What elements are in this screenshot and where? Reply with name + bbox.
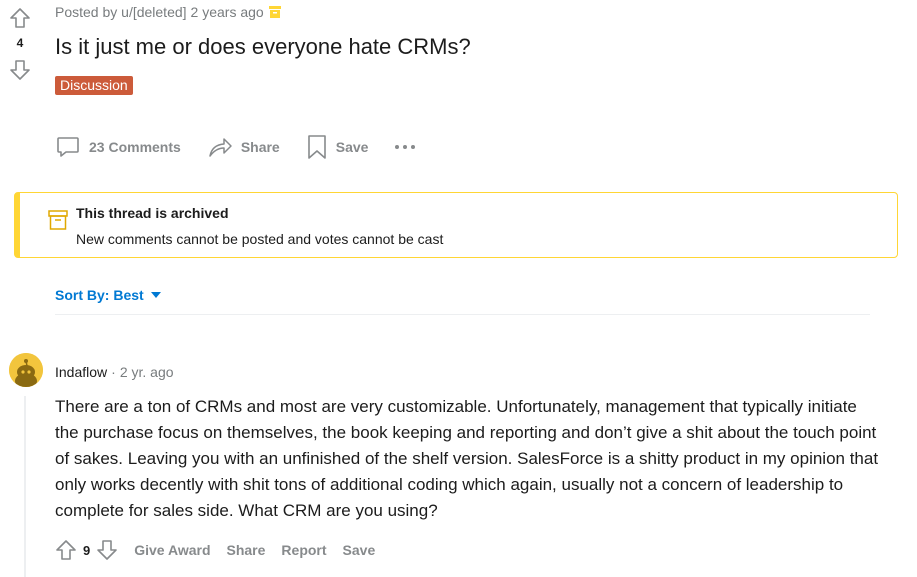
archived-notice: This thread is archived New comments can… — [14, 192, 898, 258]
comment-upvote-button[interactable] — [55, 539, 77, 561]
comment-save-button[interactable]: Save — [343, 542, 376, 558]
archive-icon — [48, 210, 68, 230]
sort-label: Sort By: Best — [55, 287, 144, 303]
post-actions: 23 Comments Share Save — [55, 134, 450, 160]
share-button[interactable]: Share — [207, 134, 280, 160]
comment-thread-line[interactable] — [24, 396, 26, 577]
divider — [55, 314, 870, 315]
archive-box-icon — [268, 6, 281, 18]
post-vote-column: 4 — [6, 4, 34, 84]
upvote-button[interactable] — [6, 4, 34, 32]
comments-button[interactable]: 23 Comments — [55, 134, 181, 160]
snoo-avatar-icon — [9, 353, 43, 387]
comments-count: 23 Comments — [89, 139, 181, 155]
more-options-button[interactable] — [394, 143, 424, 151]
upvote-arrow-icon — [10, 8, 30, 28]
give-award-button[interactable]: Give Award — [134, 542, 210, 558]
comment-time[interactable]: 2 yr. ago — [120, 364, 174, 380]
comment-author[interactable]: Indaflow — [55, 364, 107, 380]
report-button[interactable]: Report — [281, 542, 326, 558]
share-label: Share — [240, 139, 280, 155]
comment-bubble-icon — [57, 137, 79, 157]
share-arrow-icon — [209, 138, 232, 157]
comment-header: Indaflow · 2 yr. ago — [55, 364, 174, 380]
comment-downvote-button[interactable] — [96, 539, 118, 561]
avatar[interactable] — [9, 353, 43, 387]
save-button[interactable]: Save — [306, 134, 369, 160]
more-dots-icon — [395, 145, 416, 149]
post-time[interactable]: 2 years ago — [191, 4, 264, 20]
comment-actions: 9 Give Award Share Report Save — [55, 539, 375, 561]
downvote-arrow-icon — [10, 60, 30, 80]
downvote-button[interactable] — [6, 56, 34, 84]
archived-subtitle: New comments cannot be posted and votes … — [76, 231, 444, 247]
downvote-arrow-icon — [97, 540, 118, 560]
save-label: Save — [335, 139, 369, 155]
comment-share-button[interactable]: Share — [227, 542, 266, 558]
upvote-arrow-icon — [56, 540, 76, 560]
caret-down-icon — [150, 292, 161, 298]
comment-score: 9 — [83, 542, 91, 558]
comment-body: There are a ton of CRMs and most are ver… — [55, 397, 879, 520]
posted-by[interactable]: Posted by u/[deleted] — [55, 4, 187, 20]
sort-dropdown[interactable]: Sort By: Best — [55, 287, 166, 303]
bookmark-icon — [307, 135, 326, 159]
post-meta: Posted by u/[deleted] 2 years ago — [55, 4, 282, 20]
archived-title: This thread is archived — [76, 205, 229, 221]
post-score: 4 — [16, 36, 24, 50]
comment-separator: · — [111, 364, 116, 380]
post-title[interactable]: Is it just me or does everyone hate CRMs… — [55, 34, 471, 60]
post-flair[interactable]: Discussion — [55, 76, 133, 95]
